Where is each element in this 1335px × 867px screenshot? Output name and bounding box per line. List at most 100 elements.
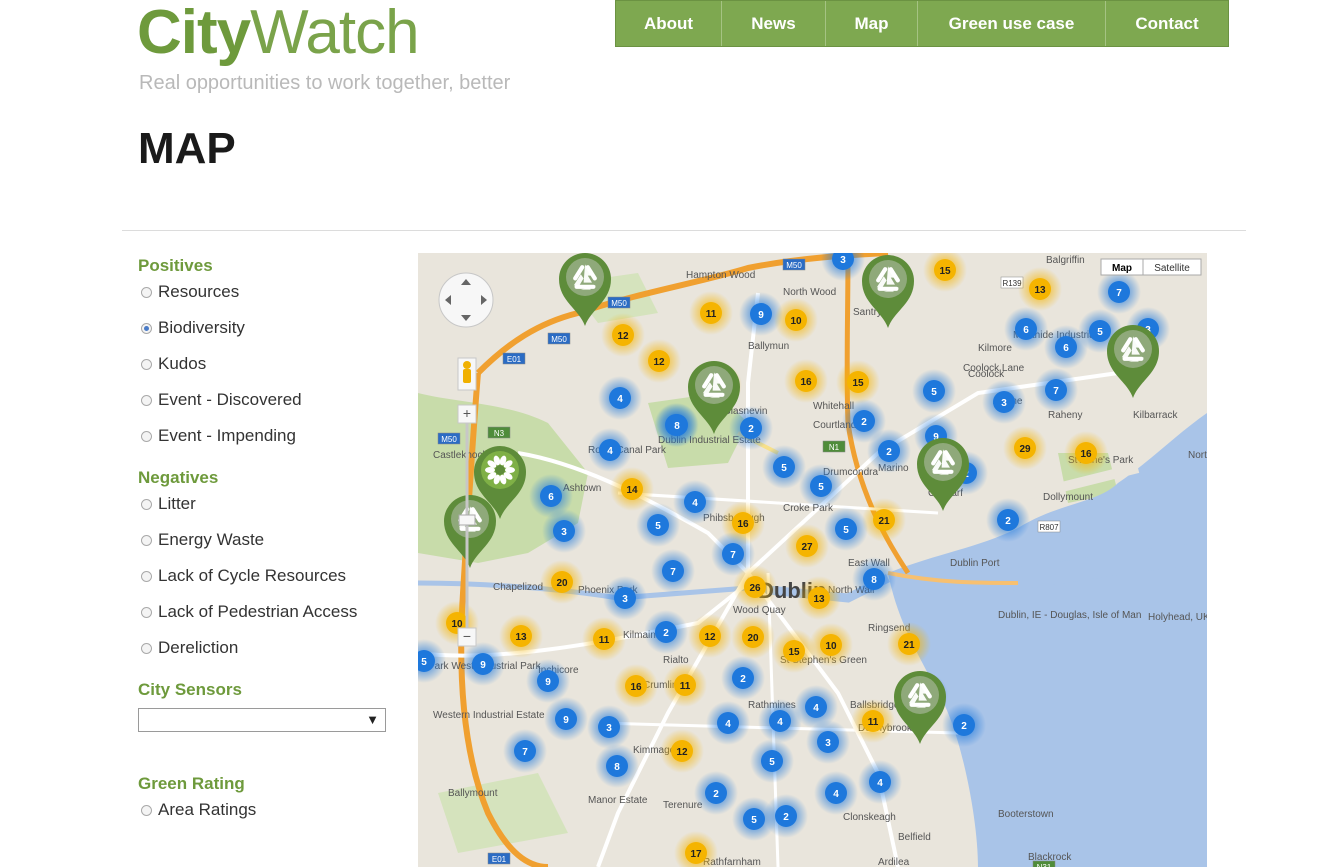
cluster-marker-blue[interactable]: 5 [824,507,868,551]
radio-selected-icon[interactable] [141,322,152,334]
map-svg[interactable]: BalgriffinHampton WoodNorth WoodSantryBa… [418,253,1207,867]
cluster-marker-blue[interactable]: 2 [942,703,986,747]
nav-news[interactable]: News [722,1,826,46]
cluster-marker-blue[interactable]: 2 [986,498,1030,542]
radio-icon[interactable] [141,498,152,510]
cluster-marker-blue[interactable]: 3 [806,720,850,764]
cluster-marker-blue[interactable]: 4 [673,480,717,524]
cluster-marker-blue[interactable]: 5 [912,369,956,413]
filter-event-discovered[interactable]: Event - Discovered [138,382,398,418]
nav-about[interactable]: About [616,1,722,46]
cluster-marker-blue[interactable]: 6 [1004,307,1048,351]
cluster-marker-yellow[interactable]: 14 [610,467,654,511]
cluster-marker-blue[interactable]: 7 [1097,270,1141,314]
nav-contact[interactable]: Contact [1106,1,1228,46]
cluster-marker-yellow[interactable]: 12 [637,339,681,383]
cluster-marker-blue[interactable]: 8 [655,403,699,447]
cluster-marker-yellow[interactable]: 12 [688,614,732,658]
nav-map[interactable]: Map [826,1,918,46]
filter-energy-waste[interactable]: Energy Waste [138,522,398,558]
pan-control[interactable] [438,272,494,328]
radio-icon[interactable] [141,286,152,298]
site-logo[interactable]: CityWatch [137,0,420,68]
cluster-marker-yellow[interactable]: 15 [836,360,880,404]
cluster-marker-yellow[interactable]: 27 [785,524,829,568]
cluster-marker-yellow[interactable]: 26 [733,565,777,609]
cluster-marker-yellow[interactable]: 21 [862,498,906,542]
cluster-marker-blue[interactable]: 7 [503,729,547,773]
cluster-marker-yellow[interactable]: 11 [663,663,707,707]
cluster-marker-yellow[interactable]: 11 [689,291,733,335]
filter-biodiversity[interactable]: Biodiversity [138,310,398,346]
cluster-marker-yellow[interactable]: 10 [809,623,853,667]
radio-icon[interactable] [141,358,152,370]
cluster-marker-yellow[interactable]: 16 [1064,431,1108,475]
cluster-marker-yellow[interactable]: 12 [601,313,645,357]
map-type-control[interactable]: Map Satellite [1100,258,1202,276]
cluster-marker-blue[interactable]: 4 [814,771,858,815]
cluster-marker-blue[interactable]: 4 [858,760,902,804]
cluster-marker-blue[interactable]: 2 [729,406,773,450]
filter-kudos[interactable]: Kudos [138,346,398,382]
cluster-marker-blue[interactable]: 9 [544,697,588,741]
cluster-marker-blue[interactable]: 2 [867,429,911,473]
cluster-marker-yellow[interactable]: 16 [784,359,828,403]
cluster-marker-blue[interactable]: 2 [644,610,688,654]
cluster-marker-blue[interactable]: 4 [706,701,750,745]
radio-icon[interactable] [141,642,152,654]
cluster-marker-yellow[interactable]: 20 [731,615,775,659]
cluster-marker-yellow[interactable]: 16 [614,664,658,708]
cluster-marker-blue[interactable]: 4 [598,376,642,420]
cluster-marker-yellow[interactable]: 10 [774,298,818,342]
cluster-marker-blue[interactable]: 3 [587,705,631,749]
cluster-count: 7 [1116,288,1122,299]
cluster-marker-yellow[interactable]: 21 [887,622,931,666]
cluster-marker-yellow[interactable]: 15 [772,629,816,673]
cluster-marker-blue[interactable]: 4 [588,428,632,472]
filter-resources[interactable]: Resources [138,274,398,310]
cluster-marker-yellow[interactable]: 20 [540,560,584,604]
cluster-marker-blue[interactable]: 2 [764,794,808,838]
radio-icon[interactable] [141,394,152,406]
radio-icon[interactable] [141,430,152,442]
cluster-marker-yellow[interactable]: 11 [582,617,626,661]
cluster-marker-blue[interactable]: 3 [542,509,586,553]
cluster-marker-yellow[interactable]: 13 [797,576,841,620]
city-sensors-select[interactable]: ▼ [138,708,386,732]
cluster-marker-blue[interactable]: 9 [461,642,505,686]
radio-icon[interactable] [141,606,152,618]
cluster-marker-yellow[interactable]: 12 [660,729,704,773]
pegman-icon[interactable] [457,357,477,391]
cluster-marker-blue[interactable]: 3 [603,576,647,620]
radio-icon[interactable] [141,570,152,582]
zoom-out-button[interactable]: − [457,627,477,647]
cluster-marker-yellow[interactable]: 11 [851,699,895,743]
filter-lack-of-cycle-resources[interactable]: Lack of Cycle Resources [138,558,398,594]
cluster-marker-blue[interactable]: 9 [526,659,570,703]
nav-green-use-case[interactable]: Green use case [918,1,1106,46]
cluster-marker-yellow[interactable]: 13 [1018,267,1062,311]
cluster-marker-blue[interactable]: 7 [651,549,695,593]
radio-icon[interactable] [141,804,152,816]
cluster-marker-blue[interactable]: 5 [636,503,680,547]
filter-event-impending[interactable]: Event - Impending [138,418,398,454]
cluster-marker-blue[interactable]: 5 [750,739,794,783]
radio-icon[interactable] [141,534,152,546]
cluster-marker-yellow[interactable]: 29 [1003,426,1047,470]
cluster-marker-blue[interactable]: 2 [694,771,738,815]
zoom-in-button[interactable]: + [457,404,477,424]
filter-area-ratings[interactable]: Area Ratings [138,792,398,828]
cluster-marker-yellow[interactable]: 13 [499,614,543,658]
zoom-slider-handle[interactable] [458,514,476,526]
cluster-marker-blue[interactable]: 7 [1034,368,1078,412]
map-canvas[interactable]: Balgriffin Hampton Wood North Wood Santry Ba… [418,253,1207,867]
filter-dereliction[interactable]: Dereliction [138,630,398,666]
cluster-marker-blue[interactable]: 3 [982,380,1026,424]
cluster-marker-blue[interactable]: 8 [852,557,896,601]
cluster-marker-blue[interactable]: 5 [799,464,843,508]
filter-litter[interactable]: Litter [138,486,398,522]
cluster-marker-blue[interactable]: 8 [595,744,639,788]
cluster-marker-blue[interactable]: 2 [721,656,765,700]
cluster-marker-blue[interactable]: 4 [758,699,802,743]
filter-lack-of-pedestrian-access[interactable]: Lack of Pedestrian Access [138,594,398,630]
